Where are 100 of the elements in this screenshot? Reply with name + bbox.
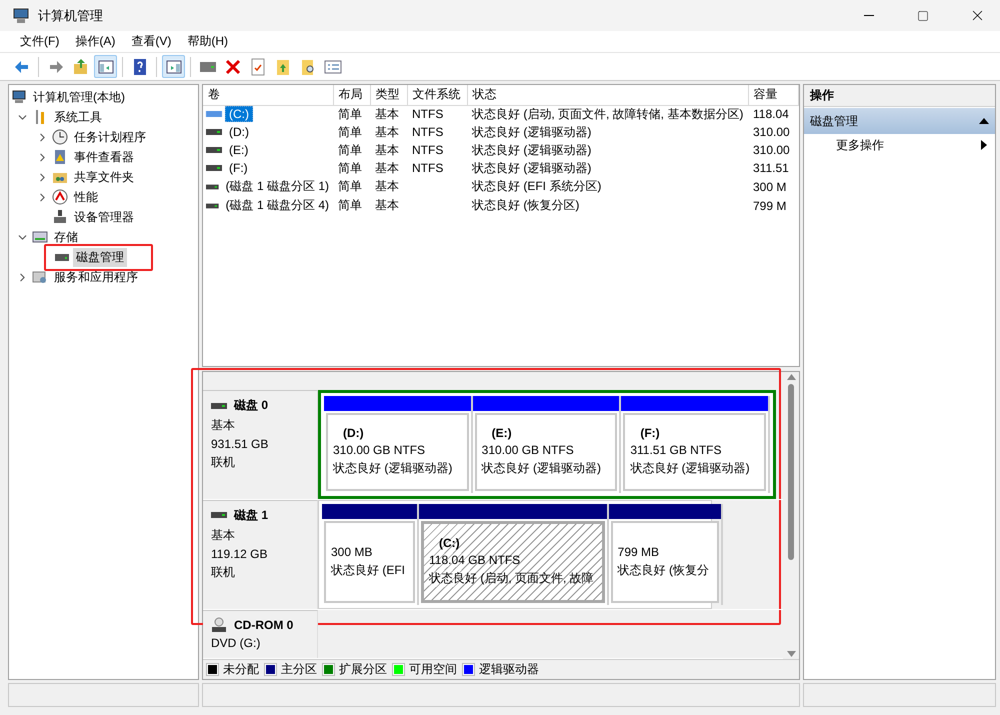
tree-item[interactable]: 计算机管理(本地): [30, 88, 128, 106]
details-icon: [324, 58, 342, 76]
scroll-thumb[interactable]: [788, 384, 794, 560]
column-header[interactable]: 容量: [748, 85, 798, 105]
column-header[interactable]: 状态: [467, 85, 748, 105]
disk-type: 基本: [211, 417, 236, 434]
actions-header: 操作: [804, 85, 995, 107]
tree-item[interactable]: 存储: [51, 228, 81, 246]
column-header[interactable]: 卷: [203, 85, 333, 105]
table-cell: 基本: [370, 105, 407, 123]
actions-section[interactable]: 磁盘管理: [804, 108, 995, 134]
volume-cell[interactable]: (磁盘 1 磁盘分区 4): [222, 196, 333, 215]
legend-label: 扩展分区: [339, 661, 387, 678]
column-header[interactable]: 类型: [370, 85, 407, 105]
drive-icon: [206, 202, 219, 210]
clock-icon: [52, 129, 68, 145]
disk-status: 联机: [211, 564, 236, 581]
tree-item[interactable]: 任务计划程序: [71, 128, 149, 146]
striped-drive-icon: [206, 110, 222, 118]
volume-cell[interactable]: (F:): [225, 160, 252, 176]
table-cell-text: 基本: [374, 160, 400, 176]
disk-size: 931.51 GB: [211, 437, 270, 451]
menu-item[interactable]: 帮助(H): [179, 31, 236, 52]
up-icon: [72, 58, 90, 76]
action-label: 更多操作: [836, 136, 884, 154]
menu-item[interactable]: 查看(V): [123, 31, 180, 52]
tree-item[interactable]: 性能: [71, 188, 101, 206]
partition-status: 状态良好 (启动, 页面文件, 故障: [429, 570, 594, 588]
table-cell-text: 基本: [374, 178, 400, 195]
tree-item[interactable]: 磁盘管理: [73, 248, 127, 266]
scroll-down-icon[interactable]: [786, 651, 796, 657]
menu-item[interactable]: 文件(F): [12, 31, 68, 52]
toolbar-button[interactable]: [94, 55, 117, 78]
drive-icon: [206, 128, 222, 136]
volume-cell[interactable]: (E:): [225, 142, 252, 158]
window-title: 计算机管理: [38, 6, 104, 24]
table-cell-text: 状态良好 (逻辑驱动器): [471, 142, 592, 158]
table-cell-text: 简单: [337, 160, 363, 176]
table-cell-text: 310.00: [752, 124, 791, 141]
tree-item[interactable]: 系统工具: [51, 108, 105, 126]
legend-label: 主分区: [281, 661, 317, 678]
perf-icon: [52, 189, 68, 205]
tree-item[interactable]: 设备管理器: [71, 208, 137, 226]
table-cell-text: 简单: [337, 124, 363, 140]
submenu-arrow-icon: [981, 140, 987, 150]
legend-label: 逻辑驱动器: [479, 661, 539, 678]
pane-icon: [164, 58, 182, 76]
delete-icon: [224, 58, 242, 76]
table-cell-text: 状态良好 (恢复分区): [471, 197, 580, 214]
legend-label: 未分配: [223, 661, 259, 678]
volume-cell[interactable]: (D:): [225, 124, 253, 140]
computer-icon: [11, 89, 27, 105]
legend-label: 可用空间: [409, 661, 457, 678]
collapse-icon[interactable]: [979, 118, 989, 124]
table-cell-text: NTFS: [411, 124, 444, 141]
table-cell: NTFS: [407, 105, 467, 123]
table-cell-text: 300 M: [752, 178, 788, 196]
drive-icon: [206, 146, 222, 154]
disk-type: 基本: [211, 526, 236, 544]
tree-item[interactable]: 共享文件夹: [71, 168, 137, 186]
disk-type: DVD (G:): [211, 636, 262, 650]
tree-item[interactable]: 事件查看器: [71, 148, 137, 166]
column-header[interactable]: 文件系统: [407, 85, 467, 105]
partition-name: (E:): [490, 426, 513, 440]
table-cell-text: NTFS: [411, 142, 444, 159]
table-cell-text: NTFS: [411, 160, 444, 177]
disk-name: 磁盘 1: [234, 506, 268, 524]
tree-item[interactable]: 服务和应用程序: [51, 268, 141, 286]
log-icon: [52, 149, 68, 165]
drive-icon: [206, 182, 219, 190]
table-cell-text: 基本: [374, 124, 400, 140]
action-item[interactable]: 更多操作: [804, 134, 995, 156]
table-cell-text: 310.00: [752, 142, 791, 159]
disk-size: 119.12 GB: [211, 546, 268, 561]
volume-cell[interactable]: (C:): [225, 106, 253, 122]
table-cell-text: 简单: [337, 178, 363, 195]
partition-status: 状态良好 (EFI: [331, 562, 405, 579]
table-cell-text: 简单: [337, 197, 363, 214]
table-cell-text: 简单: [337, 142, 363, 158]
column-header[interactable]: 布局: [333, 85, 370, 105]
tree-icon: [96, 58, 114, 76]
toolbar-button[interactable]: [162, 55, 185, 78]
device-icon: [52, 209, 68, 225]
services-icon: [32, 269, 48, 285]
partition-name: (D:): [342, 426, 365, 440]
storage-icon: [32, 229, 48, 245]
menu-item[interactable]: 操作(A): [67, 31, 124, 52]
partition-status: 状态良好 (恢复分: [618, 562, 710, 579]
disk-name: 磁盘 0: [234, 397, 268, 414]
table-cell: 118.04: [748, 105, 798, 123]
maximize-icon: [917, 10, 929, 22]
table-cell-text: 基本: [374, 142, 400, 158]
section-title: 磁盘管理: [810, 112, 858, 130]
table-cell-text: 状态良好 (逻辑驱动器): [471, 124, 592, 140]
table-cell-text: 基本: [374, 197, 400, 214]
partition-name: (F:): [639, 426, 661, 440]
scroll-up-icon[interactable]: [786, 374, 796, 380]
volume-cell[interactable]: (磁盘 1 磁盘分区 1): [222, 177, 333, 196]
partition-name: (C:): [438, 536, 461, 550]
properties-icon: [248, 58, 266, 76]
